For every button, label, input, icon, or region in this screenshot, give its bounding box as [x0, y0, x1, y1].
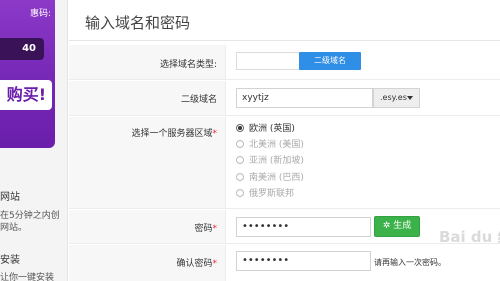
domain-type-subdomain-option[interactable]: 二级域名	[299, 52, 361, 70]
gear-icon: ✲	[382, 221, 391, 231]
radio-icon	[236, 140, 244, 148]
region-option-europe[interactable]: 欧洲 (英国)	[236, 121, 295, 134]
region-option-south-america[interactable]: 南美洲 (巴西)	[236, 170, 304, 183]
domain-password-form: 输入域名和密码 选择域名类型: 二级域名 二级域名 xyytjz .esy.es…	[69, 0, 500, 281]
promo-code-label: 惠码:	[29, 9, 51, 19]
promo-code-badge: 40	[0, 38, 44, 60]
promo-banner[interactable]: 惠码: 40 购买!	[0, 0, 55, 148]
confirm-password-hint: 请再输入一次密码。	[374, 258, 446, 267]
left-sidebar: 惠码: 40 购买! 网站 在5分钟之内创 网站。 安装 让你一键安装	[0, 0, 68, 281]
radio-icon	[236, 189, 244, 197]
domain-type-row: 选择域名类型: 二级域名	[69, 45, 500, 80]
password-row: 密码* ••••••••	[69, 210, 500, 244]
password-label: 密码*	[194, 224, 217, 234]
region-option-north-america[interactable]: 北美洲 (美国)	[236, 137, 304, 150]
chevron-down-icon	[407, 96, 413, 100]
domain-type-label: 选择域名类型:	[159, 60, 217, 70]
radio-selected-icon	[236, 124, 244, 132]
page-title: 输入域名和密码	[85, 14, 191, 32]
domain-suffix-value: .esy.es	[380, 93, 407, 102]
region-option-russia[interactable]: 俄罗斯联邦	[236, 186, 294, 199]
required-asterisk: *	[212, 129, 218, 139]
password-input[interactable]: ••••••••	[236, 217, 371, 237]
install-feature-title: 安装	[0, 255, 20, 266]
generate-password-button[interactable]: ✲ 生成	[374, 216, 420, 237]
domain-type-toggle[interactable]: 二级域名	[236, 52, 361, 70]
website-feature-text-2: 网站。	[0, 223, 28, 233]
subdomain-label: 二级域名	[180, 95, 217, 105]
buy-button[interactable]: 购买!	[0, 80, 52, 110]
watermark: Bai du 经验	[439, 228, 500, 246]
subdomain-row: 二级域名 xyytjz .esy.es	[69, 81, 500, 116]
confirm-password-label: 确认密码*	[176, 259, 217, 269]
radio-icon	[236, 173, 244, 181]
server-region-label: 选择一个服务器区域*	[131, 129, 218, 139]
install-feature-text: 让你一键安装	[0, 273, 55, 281]
subdomain-input[interactable]: xyytjz	[236, 88, 373, 108]
confirm-password-input[interactable]: ••••••••	[236, 251, 371, 271]
radio-icon	[236, 156, 244, 164]
server-region-row: 选择一个服务器区域* 欧洲 (英国) 北美洲 (美国) 亚洲 (新加坡) 南美洲…	[69, 117, 500, 209]
domain-suffix-dropdown[interactable]: .esy.es	[373, 88, 420, 108]
region-option-asia[interactable]: 亚洲 (新加坡)	[236, 153, 304, 166]
website-feature-title: 网站	[0, 192, 20, 203]
title-divider	[69, 40, 500, 41]
